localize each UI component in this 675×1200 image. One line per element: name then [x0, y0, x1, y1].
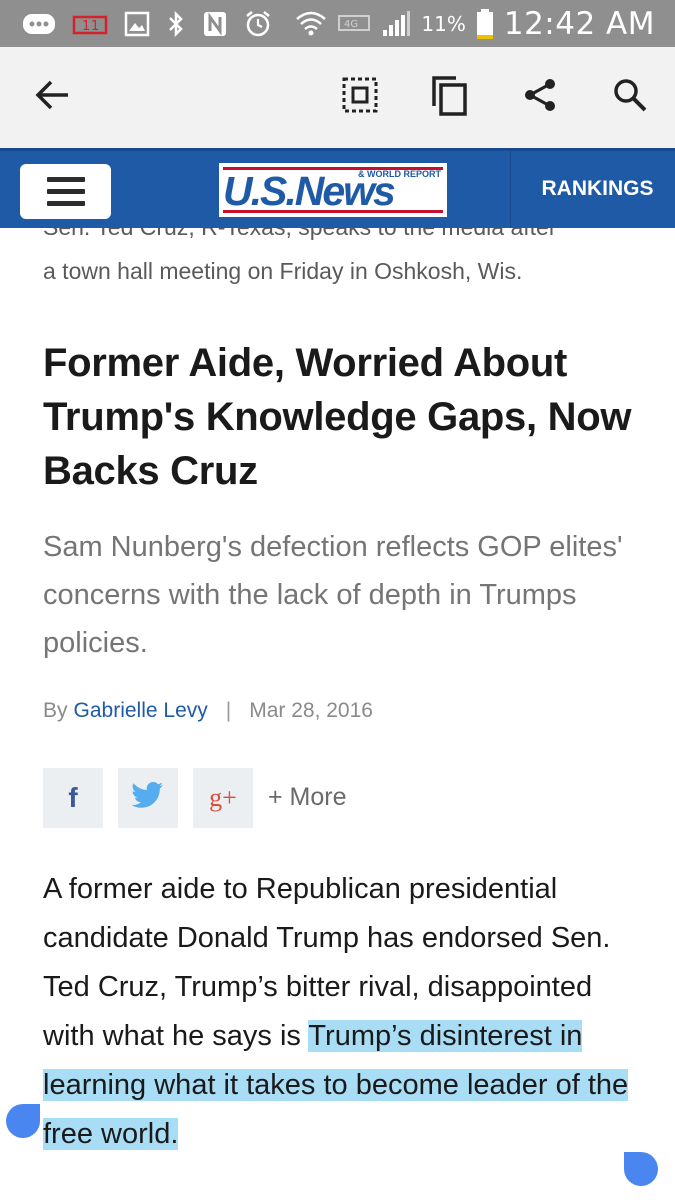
gallery-icon: [124, 9, 150, 39]
selection-end-handle[interactable]: [624, 1152, 658, 1186]
more-share-link[interactable]: + More: [268, 783, 347, 812]
browser-toolbar: [0, 47, 675, 148]
battery-icon: [476, 9, 494, 39]
status-bar: 11 4G 11% 12:42 AM: [0, 0, 675, 47]
author-link[interactable]: Gabrielle Levy: [74, 699, 208, 723]
share-bar: f g+ + More: [43, 767, 347, 828]
wifi-icon: [295, 9, 327, 39]
bluetooth-icon: [166, 9, 186, 39]
hamburger-icon: [46, 177, 85, 182]
copy-button[interactable]: [429, 75, 469, 117]
twitter-share-button[interactable]: [118, 767, 178, 828]
google-plus-icon: g+: [209, 782, 237, 812]
byline-prefix: By: [43, 699, 68, 722]
publish-date: Mar 28, 2016: [249, 699, 373, 722]
header-divider: [510, 151, 511, 228]
twitter-icon: [131, 781, 165, 814]
usnews-logo[interactable]: & WORLD REPORT U.S.News: [219, 163, 447, 217]
status-bar-notifications: 11: [22, 8, 272, 40]
article-dek: Sam Nunberg's defection reflects GOP eli…: [43, 531, 623, 659]
clock: 12:42 AM: [503, 6, 655, 42]
svg-text:1: 1: [91, 19, 99, 34]
google-plus-share-button[interactable]: g+: [193, 767, 253, 828]
logo-wordmark: U.S.News: [223, 168, 396, 214]
back-arrow-icon: [34, 79, 70, 116]
menu-button[interactable]: [20, 164, 111, 219]
search-button[interactable]: [610, 77, 650, 117]
byline-separator: |: [225, 699, 232, 722]
byline: By Gabrielle Levy | Mar 28, 2016: [43, 699, 373, 723]
share-button[interactable]: [520, 77, 560, 117]
site-header: & WORLD REPORT U.S.News RANKINGS: [0, 148, 675, 228]
select-icon: [341, 76, 379, 119]
data-icon: 4G: [337, 9, 371, 39]
search-icon: [612, 77, 648, 118]
article-body-paragraph: A former aide to Republican presidential…: [43, 865, 643, 1159]
facebook-share-button[interactable]: f: [43, 767, 103, 828]
select-button[interactable]: [340, 77, 380, 117]
selection-start-handle[interactable]: [6, 1104, 40, 1138]
caption-viewport: Sen. Ted Cruz, R-Texas, speaks to the me…: [0, 228, 675, 298]
caption-line: a town hall meeting on Friday in Oshkosh…: [43, 258, 523, 284]
caption-line: Sen. Ted Cruz, R-Texas, speaks to the me…: [43, 228, 643, 249]
copy-icon: [430, 74, 468, 121]
share-icon: [522, 77, 558, 118]
rankings-link[interactable]: RANKINGS: [520, 177, 675, 201]
battery-percent: 11%: [421, 12, 466, 36]
back-button[interactable]: [32, 77, 72, 117]
status-bar-system: 4G 11% 12:42 AM: [295, 6, 655, 42]
svg-text:1: 1: [82, 19, 90, 34]
svg-text:4G: 4G: [344, 19, 358, 30]
message-icon: [22, 9, 56, 39]
photo-caption: Sen. Ted Cruz, R-Texas, speaks to the me…: [43, 228, 643, 293]
nfc-icon: [202, 9, 228, 39]
signal-icon: [381, 9, 411, 39]
facebook-icon: f: [68, 781, 78, 813]
alarm-icon: [244, 9, 272, 39]
sim-icon: 11: [72, 9, 108, 39]
article-headline: Former Aide, Worried About Trump's Knowl…: [43, 341, 632, 493]
